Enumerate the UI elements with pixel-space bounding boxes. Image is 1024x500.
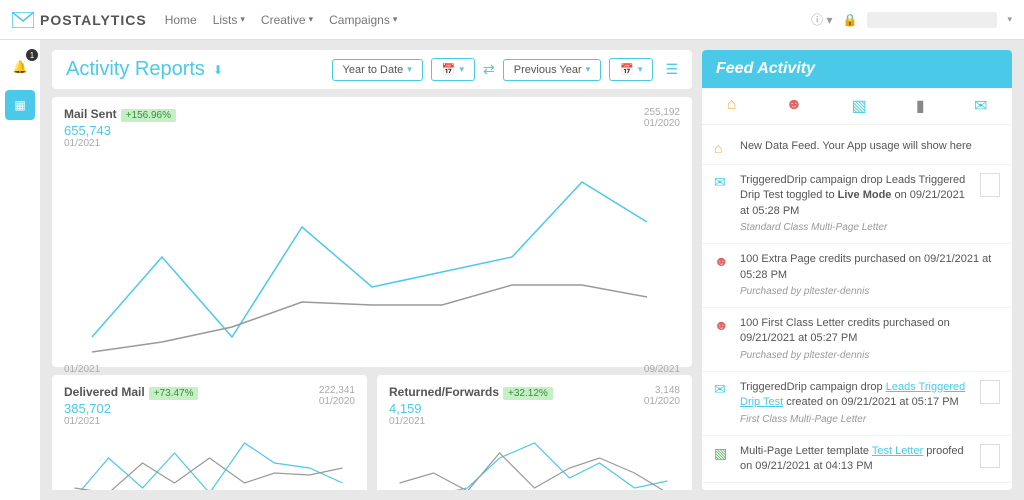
left-sidebar: 🔔1 ▦ — [0, 40, 40, 500]
x-label: 01/2021 — [64, 364, 100, 375]
percent-badge: +32.12% — [503, 387, 553, 400]
line-chart — [64, 157, 680, 357]
feed-item: ☻ 100 Extra Page credits purchased on 09/… — [702, 244, 1012, 308]
feed-text: Multi-Page Letter template Test Letter p… — [740, 444, 970, 475]
feed-item: ✉ TriggeredDrip campaign drop Leads Trigg… — [702, 372, 1012, 436]
feed-item: ☻ 100 First Class Letter credits purchase… — [702, 308, 1012, 372]
date-select-1[interactable]: 📅▾ — [431, 58, 475, 81]
logo[interactable]: POSTALYTICS — [12, 12, 147, 28]
feed-text: TriggeredDrip campaign drop Leads Trigge… — [740, 173, 970, 235]
mail-icon: ✉ — [714, 174, 730, 191]
settings-icon[interactable]: ☰ — [665, 61, 678, 78]
tab-contact-icon[interactable]: ▮ — [916, 96, 925, 116]
tab-user-icon[interactable]: ☻ — [786, 96, 803, 116]
home-icon: ⌂ — [714, 140, 730, 156]
mail-icon: ✉ — [714, 381, 730, 398]
caret-icon: ▾ — [393, 14, 398, 25]
card-value: 385,702 — [64, 401, 198, 416]
card-value: 655,743 — [64, 123, 176, 138]
line-chart — [64, 433, 355, 490]
tab-mail-icon[interactable]: ✉ — [974, 96, 987, 116]
user-icon[interactable]: 🔒 — [843, 13, 858, 27]
feed-text: 100 First Class Letter credits purchased… — [740, 316, 1000, 363]
feed-tabs: ⌂ ☻ ▧ ▮ ✉ — [702, 88, 1012, 125]
report-header: Activity Reports ⬇ Year to Date▾ 📅▾ ⇄ Pr… — [52, 50, 692, 89]
card-date: 01/2021 — [64, 416, 198, 427]
caret-icon: ▾ — [1007, 14, 1012, 25]
page-title: Activity Reports — [66, 58, 205, 81]
returned-card: Returned/Forwards+32.12% 4,159 01/2021 3… — [377, 375, 692, 490]
download-icon[interactable]: ⬇ — [213, 63, 223, 77]
caret-icon: ▾ — [309, 14, 314, 25]
feed-list[interactable]: ⌂ New Data Feed. Your App usage will show… — [702, 125, 1012, 490]
calendar-icon[interactable]: ▦ — [5, 90, 35, 120]
bell-icon[interactable]: 🔔1 — [5, 52, 35, 82]
range-select-2[interactable]: Previous Year▾ — [503, 59, 601, 81]
percent-badge: +73.47% — [149, 387, 199, 400]
user-icon: ☻ — [714, 253, 730, 269]
user-menu[interactable] — [867, 12, 997, 28]
percent-badge: +156.96% — [121, 109, 176, 122]
thumbnail — [980, 380, 1000, 404]
compare-date: 01/2020 — [644, 118, 680, 129]
card-title: Returned/Forwards — [389, 385, 499, 399]
nav-home[interactable]: Home — [165, 13, 197, 27]
feed-panel: Feed Activity ⌂ ☻ ▧ ▮ ✉ ⌂ New Data Feed. … — [702, 50, 1012, 490]
range-select-1[interactable]: Year to Date▾ — [332, 59, 423, 81]
feed-text: New Data Feed. Your App usage will show … — [740, 139, 1000, 154]
card-date: 01/2021 — [389, 416, 553, 427]
feed-text: TriggeredDrip campaign drop Leads Trigge… — [740, 380, 970, 427]
user-icon: ☻ — [714, 317, 730, 333]
nav-links: Home Lists▾ Creative▾ Campaigns▾ — [165, 13, 398, 27]
nav-right: ⓘ ▾ 🔒 ▾ — [811, 11, 1012, 28]
img-icon: ▧ — [714, 445, 730, 462]
card-date: 01/2021 — [64, 138, 176, 149]
feed-text: 100 Extra Page credits purchased on 09/2… — [740, 252, 1000, 299]
nav-campaigns[interactable]: Campaigns▾ — [329, 13, 397, 27]
card-title: Delivered Mail — [64, 385, 145, 399]
top-nav: POSTALYTICS Home Lists▾ Creative▾ Campai… — [0, 0, 1024, 40]
delivered-card: Delivered Mail+73.47% 385,702 01/2021 22… — [52, 375, 367, 490]
badge: 1 — [26, 49, 38, 61]
feed-item: ⌂ New Data Feed. Your App usage will show… — [702, 131, 1012, 165]
compare-value: 255,192 — [644, 107, 680, 118]
date-select-2[interactable]: 📅▾ — [609, 58, 653, 81]
tab-home-icon[interactable]: ⌂ — [727, 96, 737, 116]
nav-creative[interactable]: Creative▾ — [261, 13, 313, 27]
feed-item: ✉ TriggeredDrip campaign drop Leads Trigg… — [702, 165, 1012, 244]
caret-icon: ▾ — [240, 14, 245, 25]
nav-lists[interactable]: Lists▾ — [213, 13, 245, 27]
help-icon[interactable]: ⓘ ▾ — [811, 11, 832, 28]
card-value: 4,159 — [389, 401, 553, 416]
x-label: 09/2021 — [644, 364, 680, 375]
thumbnail — [980, 173, 1000, 197]
swap-icon[interactable]: ⇄ — [483, 61, 495, 78]
feed-item: ▧Multi-Page Letter template Test Letter … — [702, 483, 1012, 490]
mail-sent-card: Mail Sent +156.96% 655,743 01/2021 255,19… — [52, 97, 692, 367]
tab-image-icon[interactable]: ▧ — [852, 96, 867, 116]
feed-item: ▧ Multi-Page Letter template Test Letter … — [702, 436, 1012, 484]
line-chart — [389, 433, 680, 490]
thumbnail — [980, 444, 1000, 468]
feed-title: Feed Activity — [702, 50, 1012, 88]
card-title: Mail Sent — [64, 107, 117, 121]
